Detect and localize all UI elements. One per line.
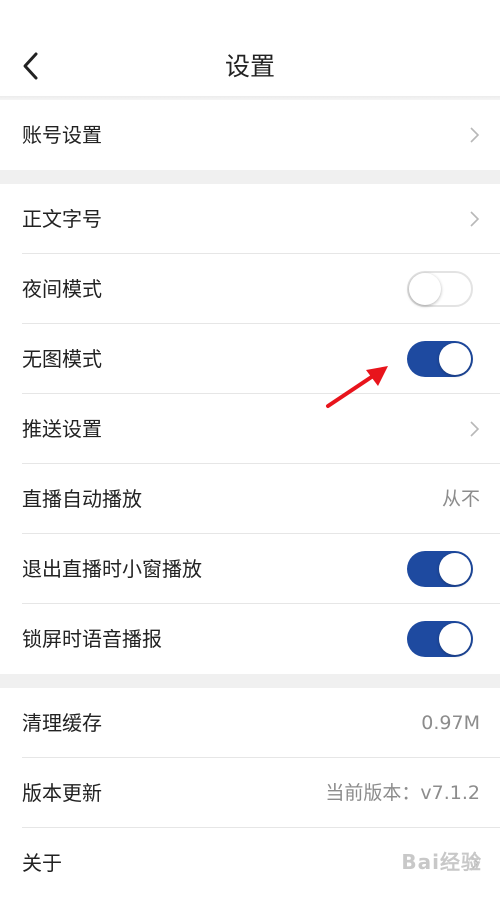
version-update-label: 版本更新 — [22, 781, 102, 805]
section-gap — [0, 674, 500, 688]
toggle-knob — [439, 623, 471, 655]
font-size-label: 正文字号 — [22, 207, 102, 231]
page-title: 设置 — [224, 52, 275, 81]
account-settings-label: 账号设置 — [22, 123, 102, 147]
toggle-knob — [439, 343, 471, 375]
no-image-mode-label: 无图模式 — [22, 347, 102, 371]
chevron-right-icon — [470, 211, 480, 227]
push-settings-row[interactable]: 推送设置 — [0, 394, 500, 464]
version-update-row[interactable]: 版本更新 当前版本：v7.1.2 — [0, 758, 500, 828]
live-autoplay-label: 直播自动播放 — [22, 487, 142, 511]
live-autoplay-row[interactable]: 直播自动播放 从不 — [0, 464, 500, 534]
chevron-right-icon — [470, 421, 480, 437]
about-label: 关于 — [22, 851, 62, 875]
no-image-mode-toggle[interactable] — [407, 341, 473, 377]
lock-voice-row: 锁屏时语音播报 — [0, 604, 500, 674]
toggle-knob — [409, 273, 441, 305]
toggle-knob — [439, 553, 471, 585]
night-mode-label: 夜间模式 — [22, 277, 102, 301]
night-mode-row: 夜间模式 — [0, 254, 500, 324]
cache-size-value: 0.97M — [421, 712, 480, 734]
watermark-logo: Bai经验 — [401, 850, 482, 874]
current-version-value: 当前版本：v7.1.2 — [325, 782, 480, 804]
no-image-mode-row: 无图模式 — [0, 324, 500, 394]
clear-cache-label: 清理缓存 — [22, 711, 102, 735]
live-pip-row: 退出直播时小窗播放 — [0, 534, 500, 604]
account-settings-row[interactable]: 账号设置 — [0, 100, 500, 170]
annotation-arrow-icon — [326, 366, 388, 408]
live-autoplay-value: 从不 — [441, 488, 480, 510]
font-size-row[interactable]: 正文字号 — [0, 184, 500, 254]
lock-voice-toggle[interactable] — [407, 621, 473, 657]
live-pip-label: 退出直播时小窗播放 — [22, 557, 202, 581]
lock-voice-label: 锁屏时语音播报 — [22, 627, 162, 651]
push-settings-label: 推送设置 — [22, 417, 102, 441]
chevron-right-icon — [470, 127, 480, 143]
night-mode-toggle[interactable] — [407, 271, 473, 307]
live-pip-toggle[interactable] — [407, 551, 473, 587]
clear-cache-row[interactable]: 清理缓存 0.97M — [0, 688, 500, 758]
header: 设置 — [0, 0, 500, 96]
section-gap — [0, 170, 500, 184]
